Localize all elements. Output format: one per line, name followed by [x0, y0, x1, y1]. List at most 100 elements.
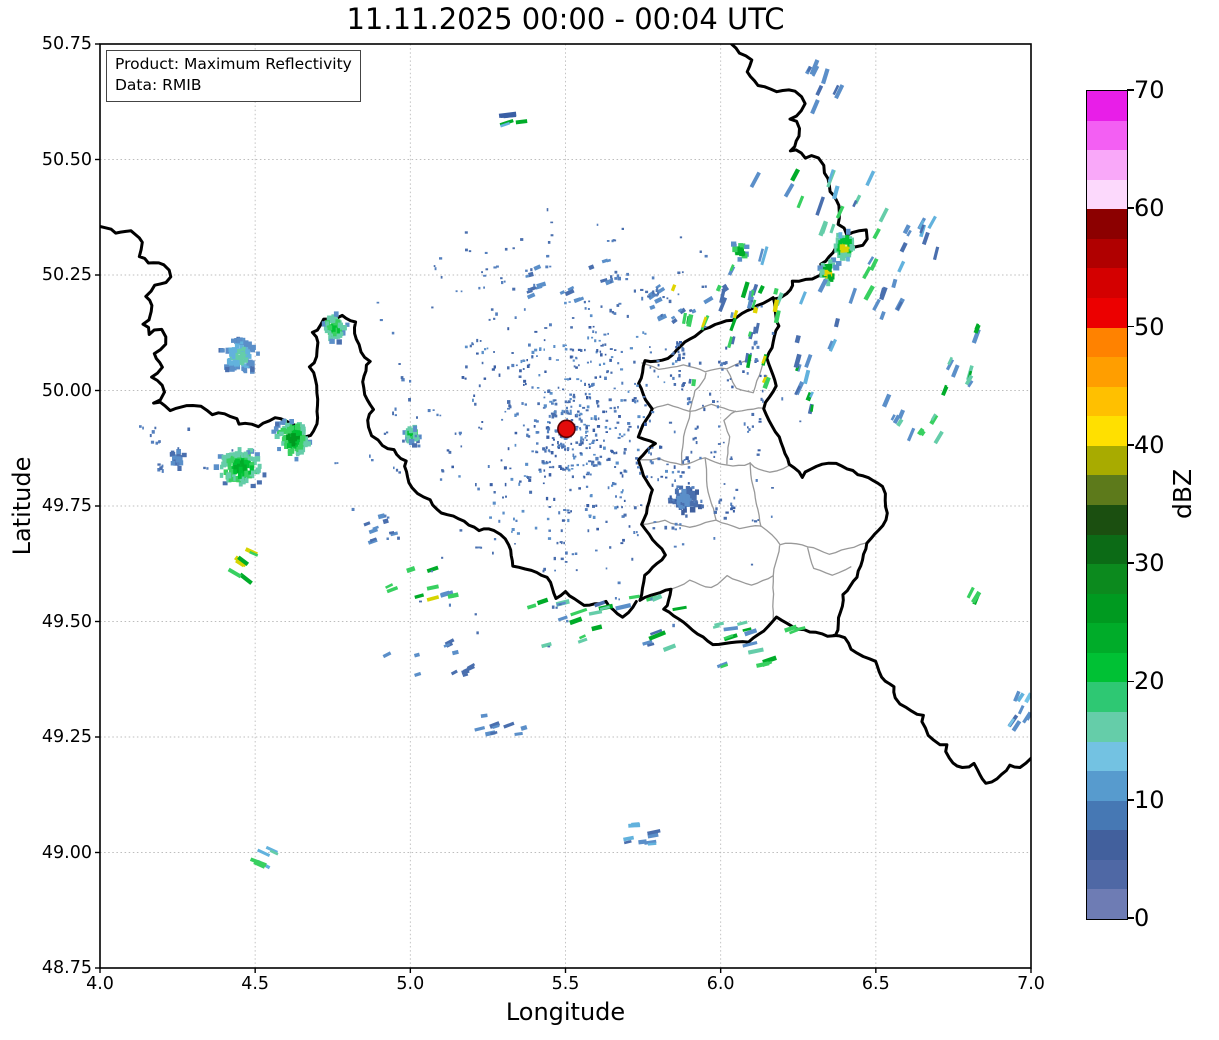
country-border-france-germany	[832, 633, 1031, 785]
canton-border	[749, 462, 762, 527]
echo-blob-rocroi-green	[271, 418, 313, 462]
echo-streaks-ne-field	[727, 168, 889, 307]
echo-streaks-east2	[881, 393, 944, 445]
colorbar-block	[1087, 327, 1127, 358]
colorbar-tick-label: 50	[1134, 312, 1165, 341]
colorbar-block	[1087, 859, 1127, 890]
y-tick-label: 50.75	[41, 34, 92, 54]
colorbar-tick-label: 60	[1134, 194, 1165, 223]
plot-title: 11.11.2025 00:00 - 00:04 UTC	[346, 2, 785, 36]
echo-streaks-east-edge	[1007, 690, 1031, 732]
colorbar-tick-mark	[1127, 562, 1134, 564]
colorbar-block	[1087, 386, 1127, 417]
x-tick-label: 7.0	[1017, 974, 1045, 994]
colorbar-block	[1087, 800, 1127, 831]
echo-streaks-lux-north	[670, 284, 781, 390]
colorbar-block	[1087, 238, 1127, 269]
echo-streaks-east-green	[966, 586, 982, 605]
echo-blob-west-small	[169, 449, 187, 471]
radar-site-marker	[557, 419, 576, 439]
x-tick-label: 5.5	[551, 974, 580, 994]
colorbar-block	[1087, 149, 1127, 180]
x-axis-label: Longitude	[505, 998, 626, 1026]
colorbar-block	[1087, 179, 1127, 210]
echo-speckle-west-field	[139, 425, 234, 473]
colorbar-block	[1087, 267, 1127, 298]
echo-streaks-w-faint	[363, 513, 399, 545]
echo-streaks-ne-top	[805, 59, 845, 115]
colorbar-block	[1087, 534, 1127, 565]
colorbar-tick-label: 20	[1134, 667, 1165, 696]
radar-site-marker-layer	[557, 419, 576, 439]
radar-echo-layer	[139, 59, 1031, 870]
x-tick-label: 6.0	[706, 974, 735, 994]
canton-border	[652, 403, 765, 413]
echo-streaks-sw-arc2	[474, 713, 528, 737]
colorbar-tick-mark	[1127, 325, 1134, 328]
colorbar-block	[1087, 563, 1127, 594]
colorbar-block	[1087, 888, 1127, 919]
y-tick-label: 49.75	[41, 496, 92, 516]
canton-border	[772, 545, 781, 620]
canton-border	[806, 547, 852, 576]
grid-layer	[99, 43, 1032, 969]
colorbar-block	[1087, 474, 1127, 505]
echo-blob-ne-green	[731, 241, 750, 262]
echo-streaks-ne-right2	[872, 278, 905, 321]
colorbar-block	[1087, 90, 1127, 121]
colorbar-tick-mark	[1127, 798, 1134, 801]
y-tick-label: 50.25	[41, 265, 92, 285]
info-box-product: Product: Maximum Reflectivity	[115, 55, 352, 73]
colorbar-label: dBZ	[1168, 468, 1197, 520]
colorbar-block	[1087, 652, 1127, 683]
y-tick-label: 49.50	[41, 611, 92, 632]
x-tick-label: 6.5	[861, 974, 890, 994]
colorbar-tick-mark	[1127, 917, 1134, 919]
echo-blob-rumigny-green	[213, 447, 267, 489]
colorbar-block	[1087, 593, 1127, 624]
colorbar-block	[1087, 681, 1127, 712]
colorbar-tick-mark	[1127, 444, 1134, 446]
colorbar-block	[1087, 829, 1127, 860]
canton-border	[638, 457, 790, 473]
colorbar-block	[1087, 770, 1127, 801]
y-tick-label: 49.00	[41, 842, 92, 863]
canton-border	[723, 410, 737, 465]
canton-border	[670, 574, 774, 590]
colorbar-block	[1087, 504, 1127, 535]
echo-streaks-sw-diag	[227, 547, 259, 585]
colorbar-tick-label: 70	[1134, 76, 1165, 104]
colorbar-tick-label: 10	[1134, 785, 1165, 814]
y-tick-label: 50.50	[41, 149, 92, 170]
echo-streaks-far-south	[249, 845, 279, 870]
colorbar-tick-mark	[1127, 680, 1134, 683]
info-box-source: Data: RMIB	[115, 76, 202, 95]
colorbar-tick-label: 0	[1134, 904, 1150, 932]
echo-streaks-sw-arc	[382, 638, 476, 678]
colorbar-block	[1087, 445, 1127, 476]
colorbar-block	[1087, 741, 1127, 772]
colorbar-tick-mark	[1127, 89, 1134, 91]
colorbar-block	[1087, 356, 1127, 387]
axes-layer	[95, 43, 1032, 973]
echo-blob-namur-N	[218, 336, 260, 374]
colorbar-block	[1087, 120, 1127, 151]
figure: { "title": "11.11.2025 00:00 - 00:04 UTC…	[0, 0, 1219, 1040]
echo-streaks-top-center	[498, 111, 528, 128]
y-tick-label: 49.25	[41, 727, 92, 747]
echo-streaks-south-west	[385, 565, 459, 602]
colorbar-block	[1087, 415, 1127, 446]
echo-streaks-south-blue	[623, 822, 661, 846]
info-box: Product: Maximum Reflectivity Data: RMIB	[106, 50, 361, 102]
colorbar-block	[1087, 711, 1127, 742]
colorbar	[1086, 90, 1128, 920]
y-tick-label: 48.75	[41, 958, 92, 978]
echo-streaks-lux-ne	[793, 317, 840, 415]
colorbar-block	[1087, 297, 1127, 328]
radar-map-plot	[95, 43, 1032, 973]
echo-streaks-mid-faint	[525, 258, 614, 304]
x-tick-label: 5.0	[396, 974, 425, 994]
colorbar-block	[1087, 622, 1127, 653]
echo-streaks-east-mid	[941, 323, 981, 397]
echo-streaks-ne-right	[897, 215, 940, 273]
